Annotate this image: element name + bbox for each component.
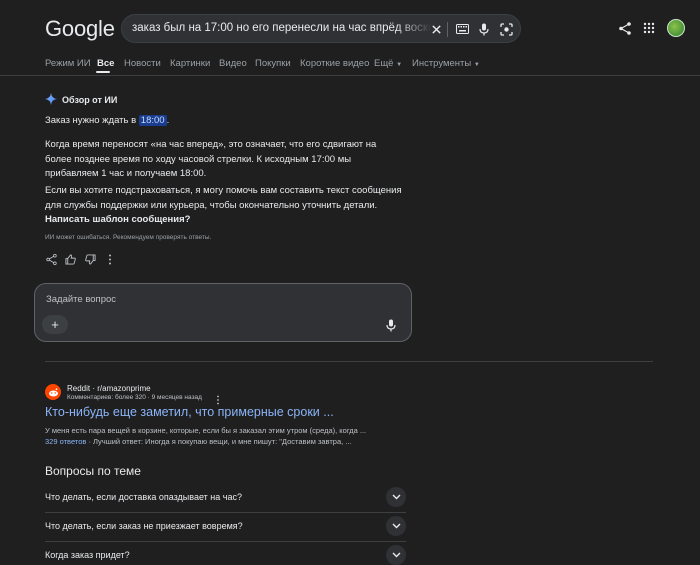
- related-question[interactable]: Когда заказ придет?: [45, 542, 406, 565]
- tab-video[interactable]: Видео: [219, 58, 247, 69]
- share-icon[interactable]: [45, 253, 57, 265]
- ai-answer-suffix: .: [166, 115, 170, 126]
- ask-followup-box[interactable]: Задайте вопрос +: [34, 283, 412, 342]
- apps-grid-icon[interactable]: [641, 20, 657, 36]
- thumbs-up-icon[interactable]: [64, 253, 76, 265]
- result-answers: 329 ответов · Лучший ответ: Иногда я пок…: [45, 436, 405, 447]
- share-icon[interactable]: [617, 20, 633, 36]
- add-button[interactable]: +: [42, 315, 68, 334]
- more-vert-icon[interactable]: [104, 253, 116, 265]
- search-separator: [447, 22, 448, 37]
- ai-followup: Если вы хотите подстраховаться, я могу п…: [45, 184, 405, 228]
- tab-images[interactable]: Картинки: [170, 58, 210, 69]
- answers-link[interactable]: 329 ответов: [45, 437, 86, 446]
- tab-news[interactable]: Новости: [124, 58, 161, 69]
- tab-tools-label: Инструменты: [412, 58, 472, 69]
- related-question-text: Что делать, если заказ не приезжает вовр…: [45, 521, 243, 531]
- ai-answer-highlight: 18:00: [138, 115, 167, 126]
- related-question[interactable]: Что делать, если доставка опаздывает на …: [45, 484, 406, 512]
- lens-icon[interactable]: [498, 21, 514, 37]
- ask-input[interactable]: Задайте вопрос: [46, 294, 116, 305]
- related-question[interactable]: Что делать, если заказ не приезжает вовр…: [45, 513, 406, 541]
- search-input[interactable]: заказ был на 17:00 но его перенесли на ч…: [132, 22, 432, 34]
- keyboard-icon[interactable]: [454, 21, 470, 37]
- chevron-down-icon[interactable]: [386, 545, 406, 565]
- tab-all[interactable]: Все: [97, 58, 114, 69]
- ai-followup-text: Если вы хотите подстраховаться, я могу п…: [45, 185, 402, 211]
- result-meta: Комментариев: более 320 · 9 месяцев наза…: [67, 394, 202, 401]
- ai-answer: Заказ нужно ждать в 18:00.: [45, 114, 405, 129]
- reddit-icon[interactable]: [45, 384, 61, 400]
- ai-overview-heading: Обзор от ИИ: [45, 93, 117, 107]
- search-box[interactable]: заказ был на 17:00 но его перенесли на ч…: [121, 14, 521, 43]
- gemini-sparkle-icon: [45, 93, 57, 107]
- tab-tools[interactable]: Инструменты ▼: [412, 58, 480, 69]
- close-icon[interactable]: [428, 21, 444, 37]
- more-vert-icon[interactable]: [216, 392, 222, 405]
- mic-icon[interactable]: [476, 21, 492, 37]
- ai-disclaimer: ИИ может ошибаться. Рекомендуем проверят…: [45, 234, 212, 241]
- related-questions-title: Вопросы по теме: [45, 464, 141, 478]
- mic-icon[interactable]: [386, 319, 398, 332]
- section-divider: [45, 361, 653, 362]
- answers-preview: · Лучший ответ: Иногда я покупаю вещи, и…: [86, 437, 352, 446]
- header-divider: [0, 75, 700, 76]
- plus-icon: +: [51, 317, 59, 332]
- tab-short-video[interactable]: Короткие видео: [300, 58, 369, 69]
- chevron-down-icon[interactable]: [386, 516, 406, 536]
- caret-down-icon: ▼: [396, 62, 403, 68]
- thumbs-down-icon[interactable]: [84, 253, 96, 265]
- tab-ai-mode[interactable]: Режим ИИ: [45, 58, 91, 69]
- result-site[interactable]: Reddit · r/amazonprime: [67, 384, 151, 393]
- avatar[interactable]: [667, 19, 685, 37]
- ai-answer-prefix: Заказ нужно ждать в: [45, 115, 139, 126]
- ai-overview-title: Обзор от ИИ: [62, 95, 118, 105]
- chevron-down-icon[interactable]: [386, 487, 406, 507]
- caret-down-icon: ▼: [473, 62, 480, 68]
- active-tab-indicator: [96, 71, 110, 73]
- ai-followup-cta[interactable]: Написать шаблон сообщения?: [45, 214, 190, 225]
- google-logo[interactable]: Google: [45, 16, 115, 42]
- tab-more-label: Ещё: [374, 58, 394, 69]
- tab-shopping[interactable]: Покупки: [255, 58, 291, 69]
- result-snippet-text: У меня есть пара вещей в корзине, которы…: [45, 426, 367, 435]
- top-bar: Google заказ был на 17:00 но его перенес…: [0, 0, 700, 56]
- related-question-text: Что делать, если доставка опаздывает на …: [45, 492, 242, 502]
- result-snippet: У меня есть пара вещей в корзине, которы…: [45, 425, 405, 447]
- related-question-text: Когда заказ придет?: [45, 550, 130, 560]
- tab-more[interactable]: Ещё ▼: [374, 58, 402, 69]
- result-title-link[interactable]: Кто-нибудь еще заметил, что примерные ср…: [45, 405, 334, 419]
- ai-explanation: Когда время переносят «на час вперед», э…: [45, 139, 377, 179]
